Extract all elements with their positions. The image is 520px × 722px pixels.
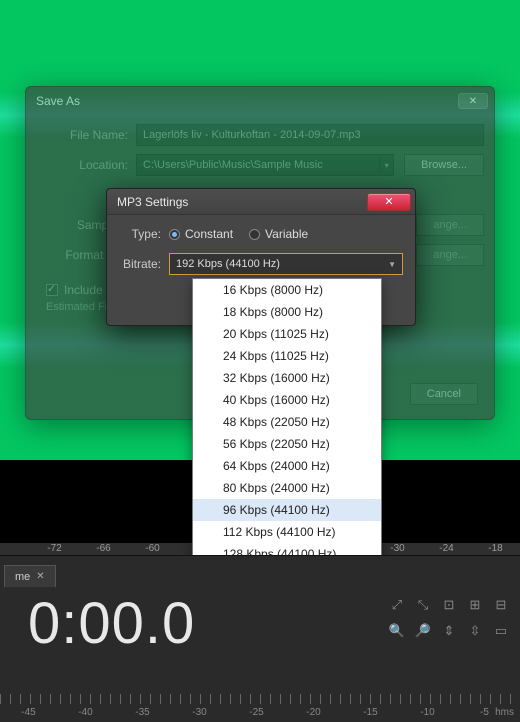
change-button-1[interactable]: ange...	[416, 214, 484, 236]
bitrate-label: Bitrate:	[119, 257, 169, 271]
close-icon[interactable]: ✕	[367, 193, 411, 211]
zoom-in-h-icon[interactable]: 🔍	[388, 622, 406, 640]
zoom-out-h-icon[interactable]: 🔎	[414, 622, 432, 640]
bitrate-option[interactable]: 24 Kbps (11025 Hz)	[193, 345, 381, 367]
zoom-prev-icon[interactable]: ⊟	[492, 596, 510, 614]
checkbox-icon	[46, 284, 58, 296]
bitrate-option[interactable]: 64 Kbps (24000 Hz)	[193, 455, 381, 477]
browse-button[interactable]: Browse...	[404, 154, 484, 176]
zoom-out-icon[interactable]: ⤡	[414, 596, 432, 614]
bitrate-selected: 192 Kbps (44100 Hz)	[176, 258, 280, 270]
location-input[interactable]	[136, 154, 380, 176]
variable-radio[interactable]: Variable	[249, 227, 308, 241]
zoom-toolbar: ⤢ ⤡ ⊡ ⊞ ⊟ 🔍 🔎 ⇕ ⇳ ▭	[388, 596, 510, 648]
constant-radio[interactable]: Constant	[169, 227, 233, 241]
location-label: Location:	[36, 158, 136, 172]
radio-icon	[249, 229, 260, 240]
bitrate-option[interactable]: 80 Kbps (24000 Hz)	[193, 477, 381, 499]
time-ruler: -45-40-35-30-25-20-15-10-5 hms	[0, 688, 520, 718]
bitrate-option[interactable]: 56 Kbps (22050 Hz)	[193, 433, 381, 455]
zoom-reset-icon[interactable]: ▭	[492, 622, 510, 640]
timeline-tab[interactable]: me ✕	[4, 565, 56, 587]
current-time-display: 0:00.0	[28, 590, 195, 657]
bitrate-option[interactable]: 96 Kbps (44100 Hz)	[193, 499, 381, 521]
change-button-2[interactable]: ange...	[416, 244, 484, 266]
zoom-in-v-icon[interactable]: ⇕	[440, 622, 458, 640]
bitrate-option[interactable]: 112 Kbps (44100 Hz)	[193, 521, 381, 543]
bitrate-select[interactable]: 192 Kbps (44100 Hz) ▼	[169, 253, 403, 275]
mp3-title: MP3 Settings	[117, 195, 188, 209]
close-icon[interactable]: ✕	[458, 93, 488, 109]
location-dropdown-icon[interactable]: ▾	[380, 154, 394, 176]
bitrate-option[interactable]: 20 Kbps (11025 Hz)	[193, 323, 381, 345]
zoom-out-v-icon[interactable]: ⇳	[466, 622, 484, 640]
close-icon[interactable]: ✕	[36, 566, 44, 588]
dialog-title: Save As	[36, 94, 80, 108]
zoom-in-icon[interactable]: ⤢	[388, 596, 406, 614]
zoom-fit-icon[interactable]: ⊡	[440, 596, 458, 614]
zoom-sel-icon[interactable]: ⊞	[466, 596, 484, 614]
radio-icon	[169, 229, 180, 240]
time-unit-label: hms	[495, 707, 514, 718]
file-name-label: File Name:	[36, 128, 136, 142]
bitrate-option[interactable]: 18 Kbps (8000 Hz)	[193, 301, 381, 323]
bitrate-option[interactable]: 32 Kbps (16000 Hz)	[193, 367, 381, 389]
chevron-down-icon: ▼	[388, 260, 396, 269]
cancel-button[interactable]: Cancel	[410, 383, 478, 405]
bitrate-option[interactable]: 16 Kbps (8000 Hz)	[193, 279, 381, 301]
bitrate-option[interactable]: 40 Kbps (16000 Hz)	[193, 389, 381, 411]
file-name-input[interactable]	[136, 124, 484, 146]
bitrate-option[interactable]: 48 Kbps (22050 Hz)	[193, 411, 381, 433]
type-label: Type:	[119, 227, 169, 241]
